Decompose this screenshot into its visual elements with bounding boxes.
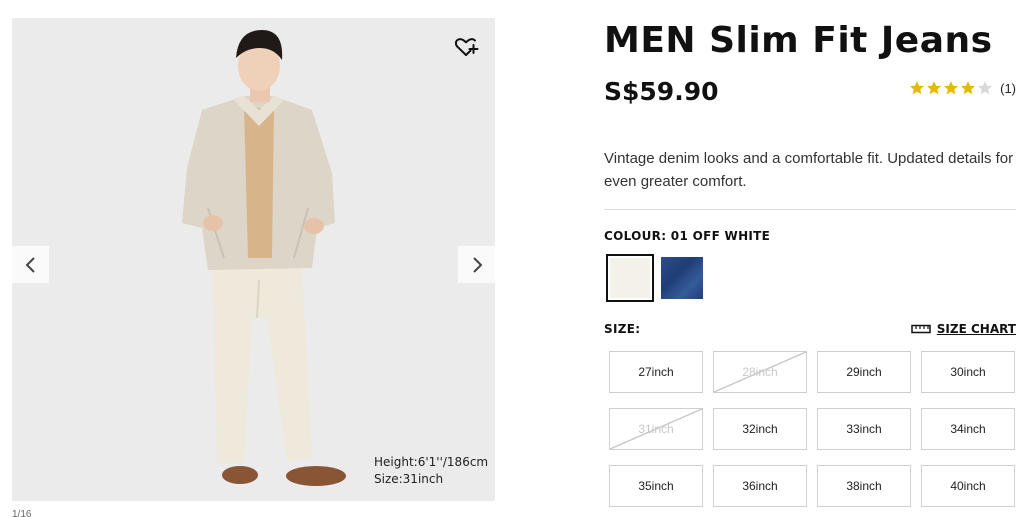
size-option-38inch[interactable]: 38inch (817, 465, 911, 507)
size-option-27inch[interactable]: 27inch (609, 351, 703, 393)
size-option-label: 36inch (742, 479, 778, 493)
rating-count[interactable]: (1) (1000, 81, 1016, 96)
model-height: Height:6'1''/186cm (374, 455, 489, 469)
size-option-label: 40inch (950, 479, 986, 493)
size-option-28inch: 28inch (713, 351, 807, 393)
unavailable-slash (610, 409, 702, 449)
size-option-label: 38inch (846, 479, 882, 493)
product-description: Vintage denim looks and a comfortable fi… (604, 150, 1014, 190)
star-empty-icon (978, 81, 993, 95)
star-filled-icon (910, 81, 925, 95)
size-selector: 27inch 28inch 29inch 30inch 31inch 32inch 33in… (609, 351, 1015, 507)
unavailable-slash (714, 352, 806, 392)
size-option-label: 27inch (638, 365, 674, 379)
rating[interactable]: (1) (909, 80, 1016, 96)
size-option-35inch[interactable]: 35inch (609, 465, 703, 507)
colour-label: COLOUR: 01 OFF WHITE (604, 229, 771, 243)
wishlist-button[interactable] (453, 34, 479, 60)
size-label: SIZE: (604, 322, 641, 336)
size-chart-label[interactable]: SIZE CHART (937, 322, 1016, 336)
star-filled-icon (927, 81, 942, 95)
size-option-label: 29inch (846, 365, 882, 379)
star-filled-icon (961, 81, 976, 95)
product-price: S$59.90 (604, 77, 719, 106)
size-option-36inch[interactable]: 36inch (713, 465, 807, 507)
model-size: Size:31inch (374, 472, 444, 486)
size-chart-link[interactable]: SIZE CHART (911, 322, 1016, 336)
size-option-label: 34inch (950, 422, 986, 436)
image-counter: 1/16 (12, 509, 32, 517)
heart-plus-icon (454, 38, 479, 56)
size-option-label: 33inch (846, 422, 882, 436)
size-option-label: 30inch (950, 365, 986, 379)
previous-image-button[interactable] (12, 246, 49, 283)
model-info: Height:6'1''/186cm Size:31inch (374, 454, 488, 488)
colour-swatch-blue[interactable] (661, 257, 703, 299)
product-title: MEN Slim Fit Jeans (604, 20, 993, 61)
size-option-32inch[interactable]: 32inch (713, 408, 807, 450)
rating-stars (909, 80, 993, 96)
size-option-40inch[interactable]: 40inch (921, 465, 1015, 507)
divider (604, 209, 1016, 210)
ruler-icon (911, 324, 931, 334)
size-option-30inch[interactable]: 30inch (921, 351, 1015, 393)
chevron-left-icon (25, 256, 35, 273)
star-filled-icon (944, 81, 959, 95)
colour-swatch-off-white[interactable] (606, 254, 654, 302)
next-image-button[interactable] (458, 246, 495, 283)
chevron-right-icon (472, 256, 482, 273)
product-image-gallery[interactable]: Height:6'1''/186cm Size:31inch (12, 18, 495, 501)
size-option-31inch: 31inch (609, 408, 703, 450)
size-option-label: 35inch (638, 479, 674, 493)
size-option-34inch[interactable]: 34inch (921, 408, 1015, 450)
size-option-label: 32inch (742, 422, 778, 436)
model-photo (12, 18, 495, 501)
size-option-33inch[interactable]: 33inch (817, 408, 911, 450)
size-option-29inch[interactable]: 29inch (817, 351, 911, 393)
